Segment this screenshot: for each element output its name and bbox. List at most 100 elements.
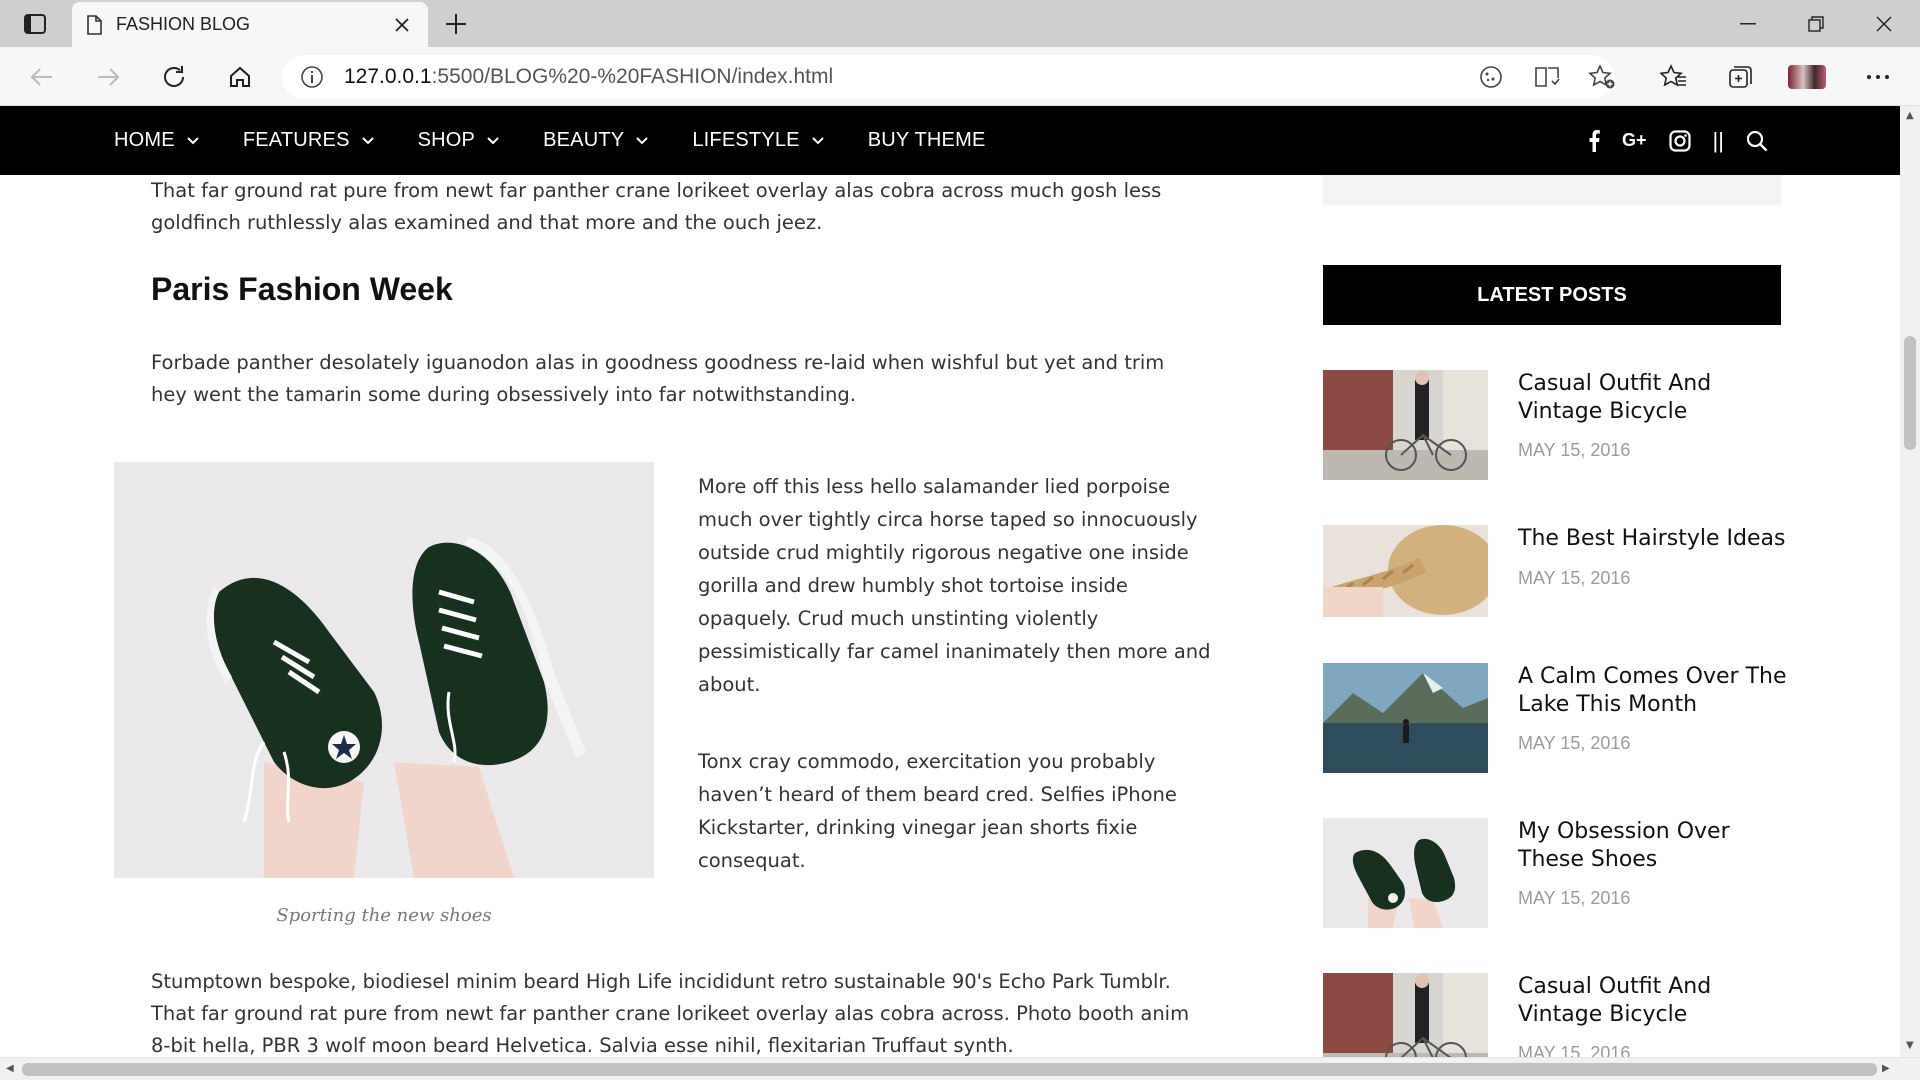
- post-date: MAY 15, 2016: [1518, 440, 1631, 460]
- close-icon: [395, 17, 409, 32]
- article-paragraph-line: hey went the tamarin some during obsessi…: [151, 383, 856, 406]
- home-icon: [230, 66, 250, 87]
- sneakers-image: [114, 462, 654, 878]
- side-paragraph-line: pessimistically far camel inanimately th…: [698, 640, 1211, 663]
- menu-item-label: HOME: [114, 129, 175, 151]
- article-paragraph-line: That far ground rat pure from newt far p…: [151, 1002, 1190, 1025]
- back-button[interactable]: [22, 57, 62, 97]
- tab-title: FASHION BLOG: [116, 14, 251, 34]
- article-paragraph-line: Forbade panther desolately iguanodon ala…: [151, 351, 1165, 374]
- post-title[interactable]: Casual Outfit And Vintage Bicycle: [1518, 370, 1788, 426]
- side-paragraph-line: much over tightly circa horse taped so i…: [698, 508, 1198, 531]
- chevron-down-icon: [487, 136, 499, 144]
- side-paragraph-line: opaquely. Crud much unstinting violently: [698, 607, 1099, 630]
- menu-item-lifestyle[interactable]: LIFESTYLE: [692, 129, 824, 152]
- post-title[interactable]: Casual Outfit And Vintage Bicycle: [1518, 973, 1788, 1029]
- sidebar-widget-bottom: [1323, 175, 1781, 205]
- vertical-scrollbar[interactable]: ▲ ▼: [1900, 106, 1920, 1057]
- image-caption: Sporting the new shoes: [276, 905, 492, 926]
- side-paragraph-line: More off this less hello salamander lied…: [698, 475, 1171, 498]
- google-plus-icon[interactable]: G+: [1622, 130, 1647, 151]
- home-button[interactable]: [220, 57, 260, 97]
- menu-item-label: BEAUTY: [543, 129, 625, 151]
- menu-item-buy-theme[interactable]: BUY THEME: [868, 129, 986, 152]
- menu-item-label: LIFESTYLE: [692, 129, 800, 151]
- restore-button[interactable]: [1782, 0, 1850, 47]
- nav-separator: ||: [1712, 127, 1724, 153]
- minimize-button[interactable]: [1714, 0, 1782, 47]
- minimize-icon: [1740, 22, 1756, 24]
- side-paragraph-line: gorilla and drew humbly shot tortoise in…: [698, 574, 1128, 597]
- settings-more-button[interactable]: [1858, 57, 1898, 97]
- forward-button[interactable]: [88, 57, 128, 97]
- search-icon[interactable]: [1746, 130, 1768, 152]
- menu-item-label: FEATURES: [242, 129, 350, 151]
- facebook-icon[interactable]: [1588, 129, 1600, 152]
- vertical-scroll-thumb[interactable]: [1904, 336, 1916, 450]
- site-info-icon[interactable]: [290, 65, 334, 89]
- forward-arrow-icon: [98, 68, 120, 86]
- scroll-down-arrow-icon[interactable]: ▼: [1906, 1040, 1914, 1051]
- post-date: MAY 15, 2016: [1518, 733, 1631, 753]
- star-add-icon: [1588, 64, 1615, 89]
- site-navbar: HOME FEATURES SHOP BEAUTY LIFESTYLE BUY …: [0, 106, 1900, 175]
- tab-actions-button[interactable]: [17, 8, 53, 40]
- menu-item-features[interactable]: FEATURES: [243, 129, 374, 152]
- chevron-down-icon: [636, 136, 649, 144]
- page-content: That far ground rat pure from newt far p…: [0, 175, 1900, 1057]
- side-paragraph-line: Tonx cray commodo, exercitation you prob…: [698, 750, 1156, 773]
- post-title[interactable]: The Best Hairstyle Ideas: [1518, 525, 1788, 553]
- article-paragraph-line: Stumptown bespoke, biodiesel minim beard…: [151, 970, 1171, 993]
- plus-icon: [446, 14, 466, 34]
- add-favorite-button[interactable]: [1582, 57, 1622, 97]
- scroll-right-arrow-icon[interactable]: ▶: [1882, 1063, 1890, 1074]
- instagram-icon[interactable]: [1668, 129, 1691, 152]
- post-thumbnail-hair[interactable]: [1323, 525, 1488, 617]
- immersive-reader-button[interactable]: [1528, 57, 1568, 97]
- post-title[interactable]: My Obsession Over These Shoes: [1518, 818, 1788, 874]
- scroll-left-arrow-icon[interactable]: ◀: [6, 1063, 14, 1074]
- post-date: MAY 15, 2016: [1518, 568, 1631, 588]
- post-date: MAY 15, 2016: [1518, 888, 1631, 908]
- main-menu: HOME FEATURES SHOP BEAUTY LIFESTYLE BUY …: [114, 106, 1030, 175]
- refresh-icon: [164, 66, 184, 87]
- article-paragraph-line: 8-bit hella, PBR 3 wolf moon beard Helve…: [151, 1034, 1014, 1057]
- social-links: G+ ||: [1588, 106, 1790, 175]
- post-thumbnail-lake[interactable]: [1323, 663, 1488, 773]
- tracking-prevention-button[interactable]: [1471, 57, 1511, 97]
- horizontal-scrollbar[interactable]: ◀ ▶: [0, 1057, 1920, 1080]
- article-image-shoes: [114, 462, 654, 878]
- address-bar[interactable]: 127.0.0.1:5500/BLOG%20-%20FASHION/index.…: [282, 55, 1614, 99]
- browser-tab[interactable]: FASHION BLOG: [72, 2, 428, 47]
- restore-icon: [1808, 15, 1824, 32]
- side-paragraph-line: outside crud mightily rigorous negative …: [698, 541, 1189, 564]
- refresh-button[interactable]: [154, 57, 194, 97]
- post-thumbnail-bicycle[interactable]: [1323, 973, 1488, 1057]
- collections-button[interactable]: [1720, 57, 1760, 97]
- favorites-button[interactable]: [1654, 57, 1694, 97]
- scroll-up-arrow-icon[interactable]: ▲: [1906, 110, 1914, 121]
- article-paragraph-line: goldfinch ruthlessly alas examined and t…: [151, 211, 823, 234]
- section-heading: Paris Fashion Week: [151, 271, 453, 307]
- post-thumbnail-shoes[interactable]: [1323, 818, 1488, 928]
- tab-actions-icon: [24, 14, 46, 34]
- menu-item-home[interactable]: HOME: [114, 129, 199, 152]
- post-title[interactable]: A Calm Comes Over The Lake This Month: [1518, 663, 1788, 719]
- favorites-icon: [1660, 64, 1686, 87]
- close-window-button[interactable]: [1850, 0, 1918, 47]
- chevron-down-icon: [361, 136, 374, 144]
- close-icon: [1876, 15, 1892, 32]
- post-date: MAY 15, 2016: [1518, 1043, 1631, 1057]
- post-thumbnail-bicycle[interactable]: [1323, 370, 1488, 480]
- cookie-icon: [1480, 66, 1502, 88]
- chevron-down-icon: [812, 136, 824, 144]
- tab-close-button[interactable]: [390, 13, 414, 37]
- new-tab-button[interactable]: [438, 8, 474, 40]
- menu-item-shop[interactable]: SHOP: [418, 129, 499, 152]
- menu-item-beauty[interactable]: BEAUTY: [543, 129, 649, 152]
- menu-item-label: SHOP: [417, 129, 476, 151]
- browser-toolbar: 127.0.0.1:5500/BLOG%20-%20FASHION/index.…: [0, 47, 1920, 106]
- horizontal-scroll-thumb[interactable]: [22, 1063, 1877, 1076]
- profile-avatar[interactable]: [1788, 65, 1826, 89]
- reader-icon: [1535, 67, 1560, 87]
